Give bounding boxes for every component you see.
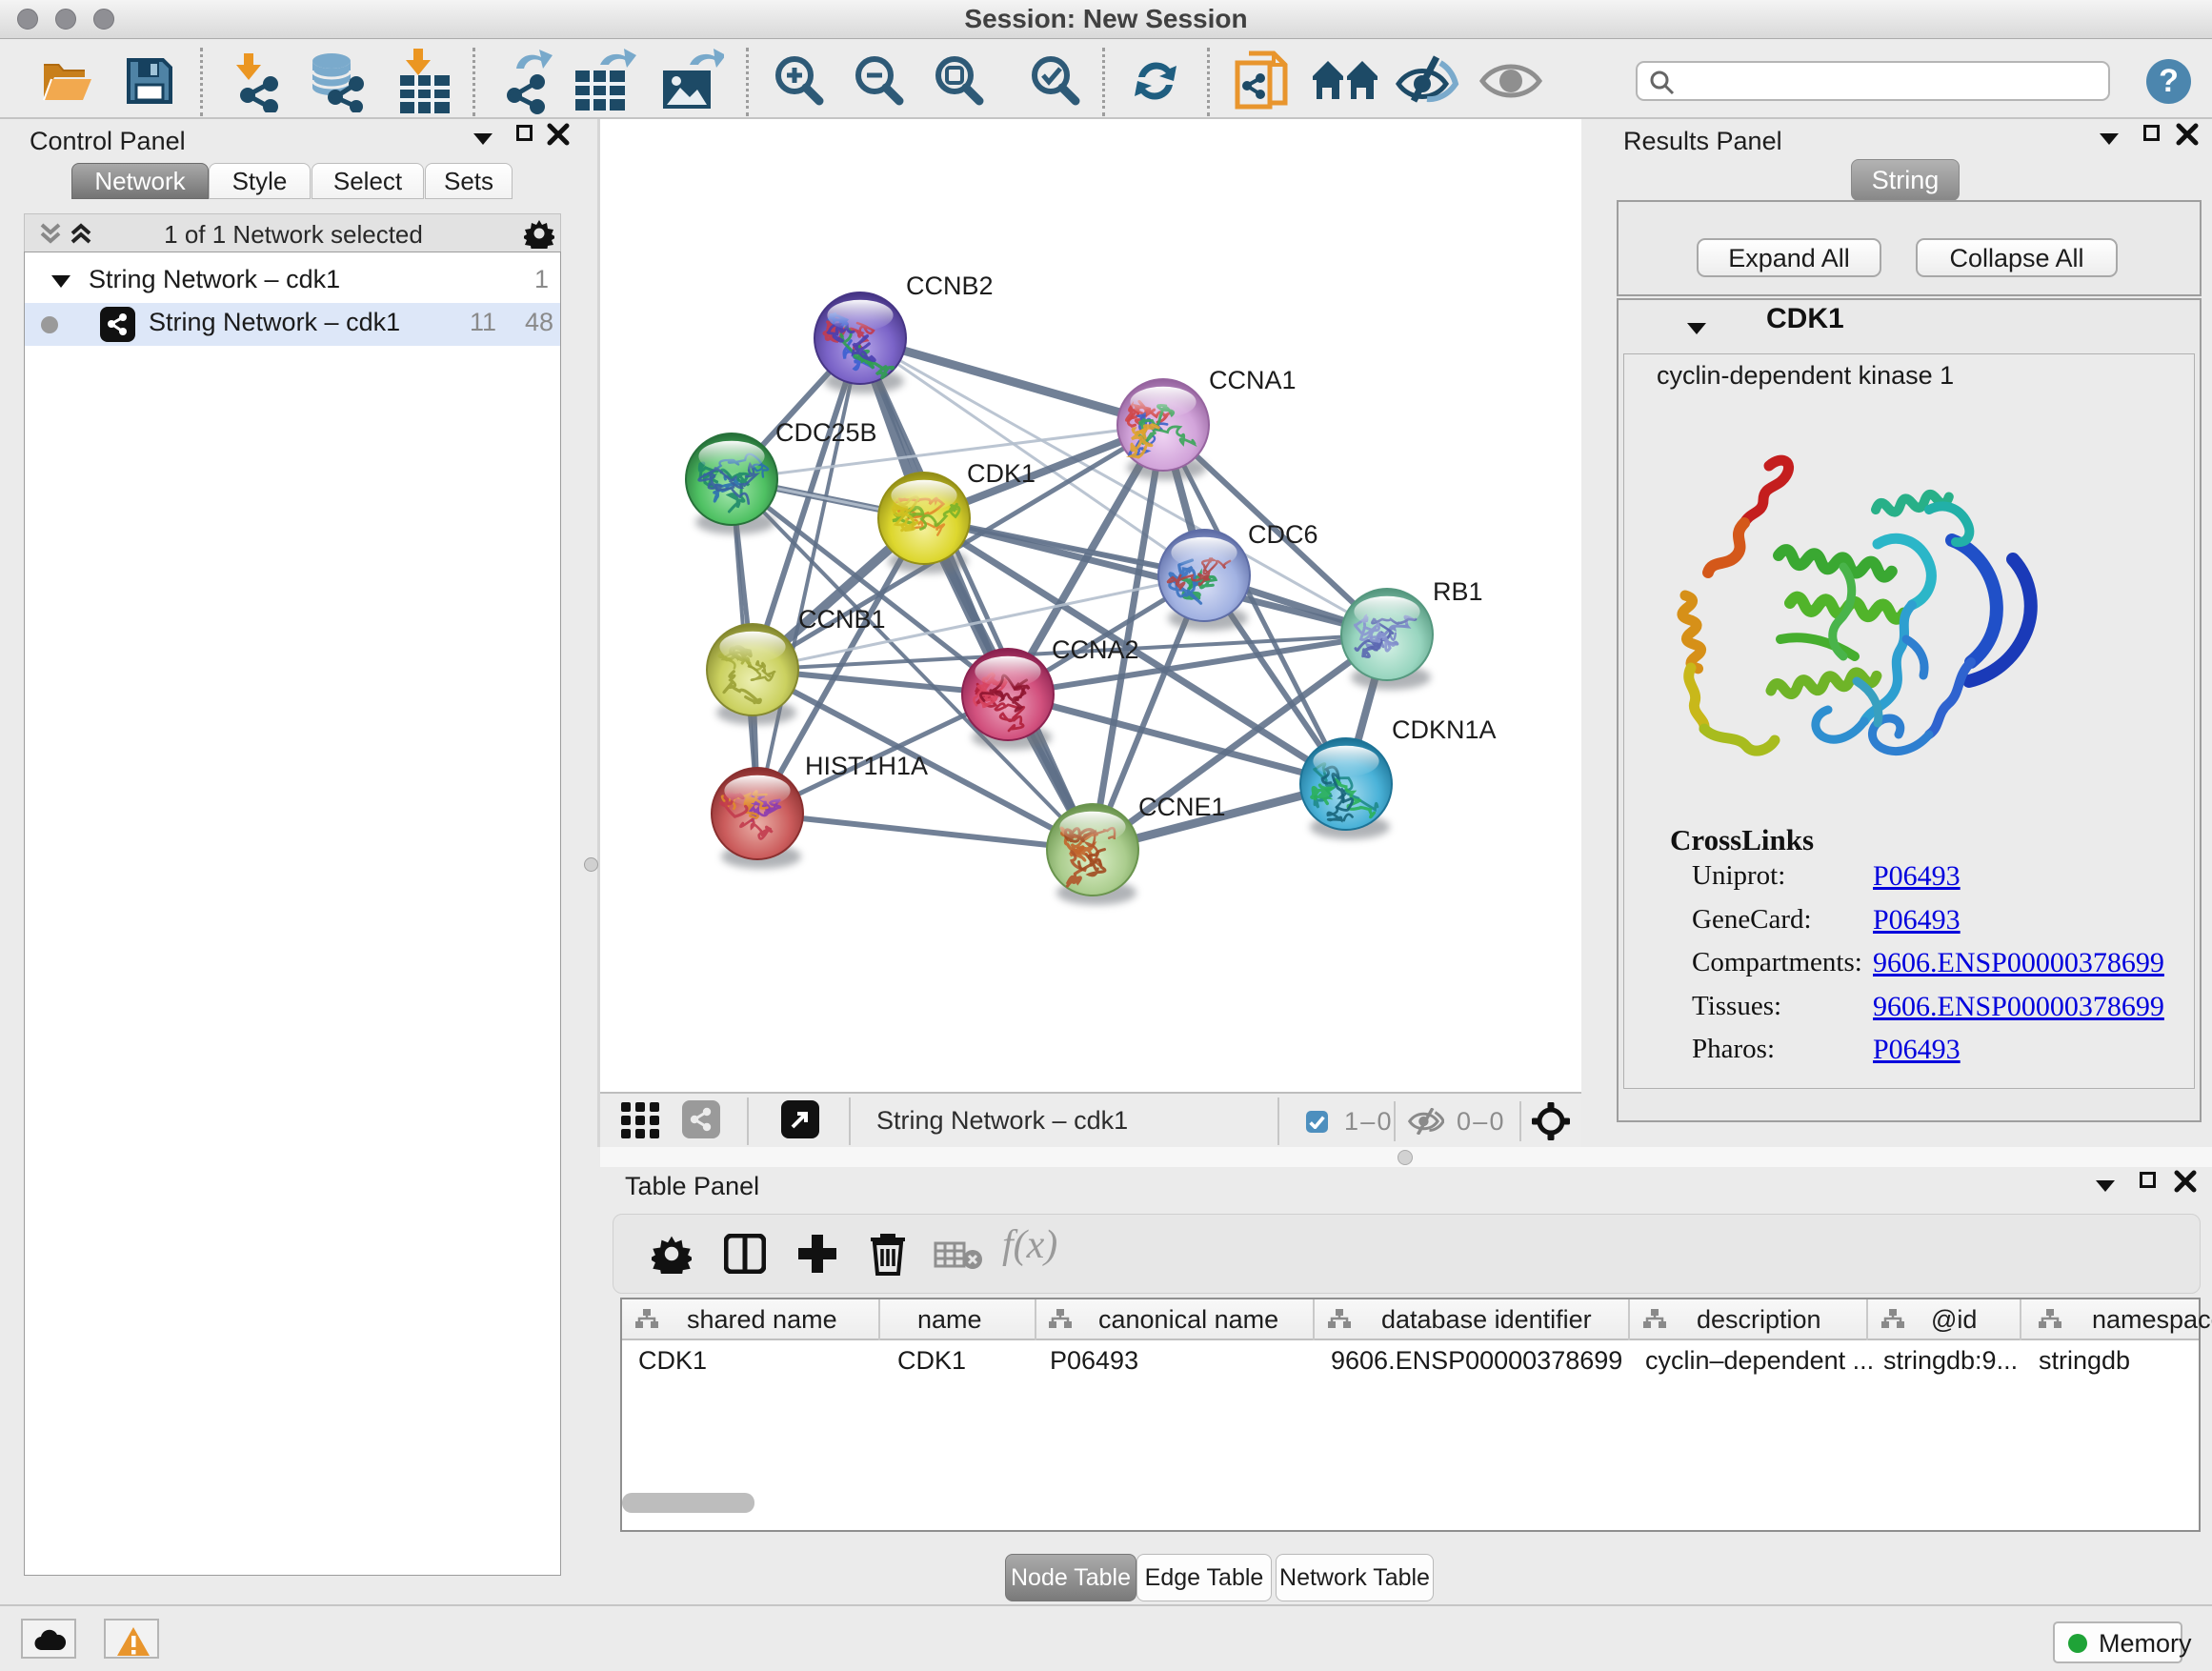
svg-text:CCNB1: CCNB1	[798, 605, 886, 634]
svg-text:CDC6: CDC6	[1248, 520, 1318, 549]
svg-text:CDC25B: CDC25B	[775, 418, 877, 447]
svg-text:RB1: RB1	[1433, 577, 1483, 606]
svg-text:CCNB2: CCNB2	[906, 272, 994, 300]
svg-text:CDKN1A: CDKN1A	[1392, 715, 1497, 744]
svg-text:CCNE1: CCNE1	[1138, 793, 1226, 821]
svg-text:HIST1H1A: HIST1H1A	[805, 752, 928, 780]
svg-text:CCNA2: CCNA2	[1052, 635, 1139, 664]
svg-text:CDK1: CDK1	[967, 459, 1036, 488]
svg-text:CCNA1: CCNA1	[1209, 366, 1297, 394]
